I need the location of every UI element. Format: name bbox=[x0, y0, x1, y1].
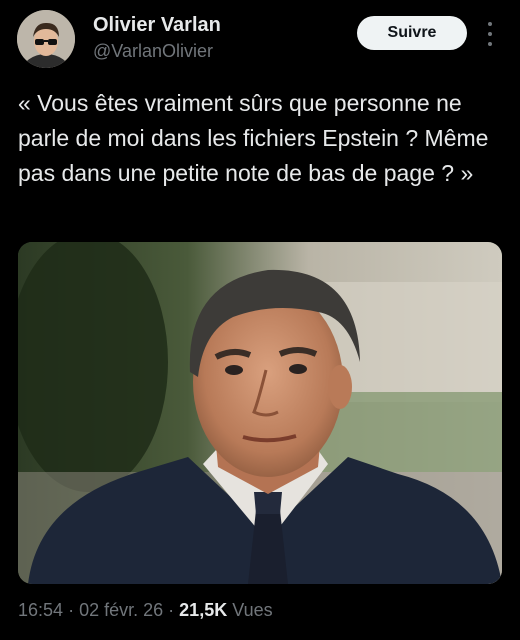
views-count: 21,5K bbox=[179, 600, 228, 620]
avatar-image bbox=[17, 10, 75, 68]
author-name[interactable]: Olivier Varlan bbox=[93, 14, 221, 37]
views-label: Vues bbox=[232, 600, 273, 620]
avatar[interactable] bbox=[17, 10, 75, 68]
more-dots-vertical-icon[interactable] bbox=[483, 22, 497, 46]
tweet-time[interactable]: 16:54 bbox=[18, 600, 63, 620]
author-handle[interactable]: @VarlanOlivier bbox=[93, 41, 213, 62]
tweet-meta: 16:54 · 02 févr. 26 · 21,5K Vues bbox=[18, 600, 273, 621]
meta-separator: · bbox=[168, 600, 175, 620]
more-dot bbox=[488, 32, 492, 36]
tweet-photo[interactable] bbox=[18, 242, 502, 584]
tweet-text: « Vous êtes vraiment sûrs que personne n… bbox=[18, 90, 489, 186]
meta-separator: · bbox=[68, 600, 75, 620]
more-dot bbox=[488, 42, 492, 46]
tweet-date[interactable]: 02 févr. 26 bbox=[79, 600, 163, 620]
photo-image bbox=[18, 242, 502, 584]
more-dot bbox=[488, 22, 492, 26]
follow-button[interactable]: Suivre bbox=[357, 16, 467, 50]
tweet-header: Olivier Varlan @VarlanOlivier Suivre bbox=[17, 10, 507, 70]
